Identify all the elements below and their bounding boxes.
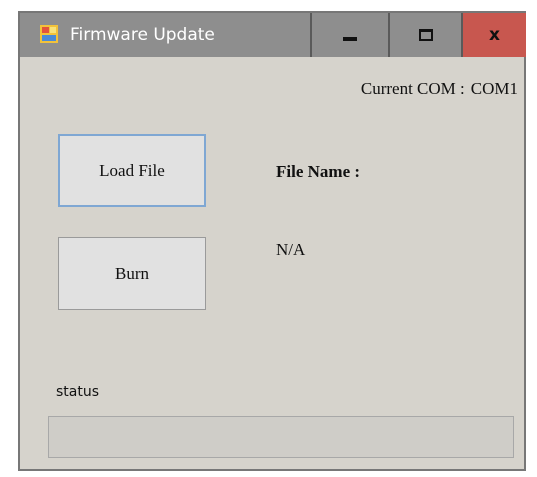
minimize-icon: [343, 37, 357, 41]
maximize-icon: [418, 29, 433, 41]
maximize-button[interactable]: [388, 13, 461, 57]
burn-button[interactable]: Burn: [58, 237, 206, 310]
current-com-row: Current COM : COM1: [361, 79, 518, 99]
file-name-label: File Name :: [276, 162, 361, 181]
minimize-button[interactable]: [310, 13, 388, 57]
file-name-value: N/A: [276, 240, 306, 259]
close-icon: x: [489, 25, 500, 45]
current-com-value: COM1: [470, 79, 518, 98]
firmware-update-window: Firmware Update x Current COM : COM1 Load…: [18, 11, 526, 471]
close-button[interactable]: x: [461, 13, 526, 57]
load-file-button[interactable]: Load File: [58, 134, 206, 207]
app-icon: [40, 25, 58, 43]
burn-label: Burn: [115, 263, 149, 283]
status-label: status: [56, 384, 100, 400]
current-com-label: Current COM :: [360, 79, 465, 98]
status-progress-bar: [48, 416, 514, 458]
load-file-label: Load File: [99, 160, 165, 180]
window-title: Firmware Update: [70, 25, 215, 45]
title-bar[interactable]: Firmware Update x: [20, 13, 526, 57]
